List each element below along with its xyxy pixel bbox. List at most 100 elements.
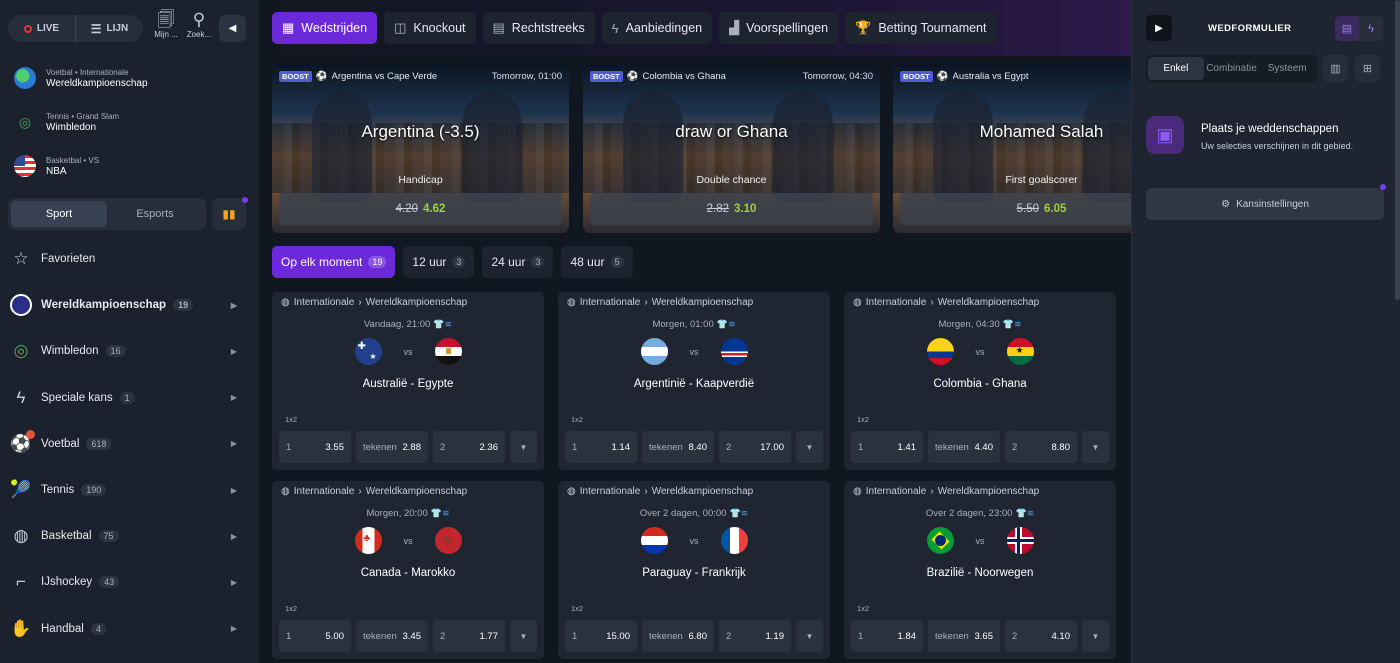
tab-betting-tournament[interactable]: 🏆 Betting Tournament (845, 12, 997, 44)
slip-quick-button[interactable]: ϟ (1359, 16, 1383, 41)
match-card[interactable]: ◍ Internationale › Wereldkampioenschap Morg… (558, 292, 830, 470)
tab-combinatie[interactable]: Combinatie (1204, 57, 1260, 80)
lightning-icon: ϟ (16, 387, 26, 407)
more-markets-button[interactable]: ▼ (796, 620, 823, 652)
morocco-flag-icon: ☆ (434, 527, 462, 554)
hockey-stick-icon: ⌐ (16, 572, 26, 592)
odds-away-button[interactable]: 2 8.80 (1005, 431, 1077, 463)
count-badge: 19 (368, 256, 387, 268)
boost-card[interactable]: BOOST ⚽ Colombia vs Ghana Tomorrow, 04:30 d… (583, 64, 880, 233)
search-button[interactable]: ⚲ Zoek... (185, 10, 213, 39)
scrollbar[interactable] (1395, 0, 1400, 300)
more-markets-button[interactable]: ▼ (796, 431, 823, 463)
market-label: 1x2 (285, 415, 298, 424)
competition-name: Wereldkampioenschap (365, 486, 468, 497)
my-bets-button[interactable]: 🗐 Mijn ... (152, 10, 180, 39)
boost-card[interactable]: BOOST⚽Australia vs EgyptTo Mohamed Salah… (893, 64, 1131, 233)
odds-away-button[interactable]: 2 17.00 (719, 431, 791, 463)
sidebar-topbar: LIVE ☰ LIJN 🗐 Mijn ... ⚲ Zoek... ◀ (0, 0, 259, 56)
boost-badge: BOOST (900, 71, 933, 82)
favorite-item[interactable]: Basketbal • VS NBA (0, 144, 259, 188)
count-badge: 190 (81, 484, 107, 497)
competition-name: Wereldkampioenschap (651, 297, 754, 308)
slip-toggle-button[interactable]: ▶ (1146, 15, 1172, 41)
tab-systeem[interactable]: Systeem (1259, 57, 1315, 80)
kickoff-time: Over 2 dagen, 23:00 (925, 508, 1013, 519)
boost-card[interactable]: BOOST ⚽ Argentina vs Cape Verde Tomorrow, 0… (272, 64, 569, 233)
tab-aanbiedingen[interactable]: ϟ Aanbiedingen (601, 12, 713, 44)
odds-home-button[interactable]: 1 1.84 (851, 620, 923, 652)
nav-item-favorieten[interactable]: ☆ Favorieten (0, 236, 259, 282)
odds-settings-button[interactable]: ⚙ Kansinstellingen (1146, 188, 1384, 220)
match-card[interactable]: ◍ Internationale › Wereldkampioenschap Morg… (272, 481, 544, 659)
nav-item-speciale-kans[interactable]: ϟ Speciale kans 1 ▶ (0, 375, 259, 421)
nav-item-voetbal[interactable]: ⚽ Voetbal 618 ▶ (0, 421, 259, 467)
odds-home-button[interactable]: 1 15.00 (565, 620, 637, 652)
odds-home-button[interactable]: 1 5.00 (279, 620, 351, 652)
favorite-item[interactable]: ◎ Tennis • Grand Slam Wimbledon (0, 100, 259, 144)
nav-item-wimbledon[interactable]: ◎ Wimbledon 16 ▶ (0, 328, 259, 374)
odds-draw-button[interactable]: tekenen 6.80 (642, 620, 714, 652)
kickoff-time: Morgen, 04:30 (938, 319, 1000, 330)
empty-slip-text: Uw selecties verschijnen in dit gebied. (1201, 141, 1354, 151)
match-card[interactable]: ◍ Internationale › Wereldkampioenschap Over… (844, 481, 1116, 659)
nav-item-handbal[interactable]: ✋ Handbal 4 ▶ (0, 606, 259, 652)
tab-knockout[interactable]: ◫ Knockout (384, 12, 476, 44)
shirt-stats-icon: 👕≋ (430, 508, 450, 518)
boost-odds-button[interactable]: 4.20 4.62 (279, 193, 562, 225)
nav-item-basketbal[interactable]: ◍ Basketbal 75 ▶ (0, 513, 259, 559)
odds-draw-button[interactable]: tekenen 3.65 (928, 620, 1000, 652)
odds-draw-button[interactable]: tekenen 4.40 (928, 431, 1000, 463)
odds-home-button[interactable]: 1 3.55 (279, 431, 351, 463)
odds-away-button[interactable]: 2 1.19 (719, 620, 791, 652)
chevron-right-icon: ▶ (230, 439, 237, 449)
odds-draw-button[interactable]: tekenen 3.45 (356, 620, 428, 652)
favorite-item[interactable]: Voetbal • Internationale Wereldkampioensc… (0, 56, 259, 100)
tab-voorspellingen[interactable]: ▟ Voorspellingen (719, 12, 839, 44)
boost-odds-button[interactable]: 2.82 3.10 (590, 193, 873, 225)
odds-home-button[interactable]: 1 1.41 (851, 431, 923, 463)
favorite-category: Basketbal • VS (46, 155, 100, 165)
sport-tab[interactable]: Sport (11, 201, 107, 227)
more-markets-button[interactable]: ▼ (1082, 431, 1109, 463)
more-markets-button[interactable]: ▼ (1082, 620, 1109, 652)
nav-item-wereldkampioenschap[interactable]: Wereldkampioenschap 19 ▶ (0, 282, 259, 328)
live-button[interactable]: LIVE (8, 15, 76, 42)
odds-away-button[interactable]: 2 1.77 (433, 620, 505, 652)
boost-time: Tomorrow, 01:00 (491, 71, 562, 82)
more-markets-button[interactable]: ▼ (510, 620, 537, 652)
empty-slip-title: Plaats je weddenschappen (1201, 123, 1339, 135)
match-card[interactable]: ◍ Internationale › Wereldkampioenschap Morg… (844, 292, 1116, 470)
tab-rechtstreeks[interactable]: ▤ Rechtstreeks (482, 12, 595, 44)
odds-draw-button[interactable]: tekenen 2.88 (356, 431, 428, 463)
league-name: Internationale (579, 486, 641, 497)
lijn-button[interactable]: ☰ LIJN (76, 15, 143, 42)
filter-48h[interactable]: 48 uur 5 (561, 246, 633, 278)
filter-12h[interactable]: 12 uur 3 (403, 246, 475, 278)
odds-home-button[interactable]: 1 1.14 (565, 431, 637, 463)
match-card[interactable]: ◍ Internationale › Wereldkampioenschap Over… (558, 481, 830, 659)
odds-away-button[interactable]: 2 4.10 (1005, 620, 1077, 652)
favorite-category: Tennis • Grand Slam (46, 111, 120, 121)
nav-item-ijshockey[interactable]: ⌐ IJshockey 43 ▶ (0, 559, 259, 605)
collapse-sidebar-button[interactable]: ◀ (219, 15, 246, 42)
chevron-down-icon: ▼ (805, 442, 814, 452)
gift-button[interactable]: ⊞ (1355, 55, 1380, 82)
filter-any-time[interactable]: Op elk moment 19 (272, 246, 396, 278)
book-button[interactable]: ▥ (1323, 55, 1348, 82)
notification-dot (242, 197, 248, 203)
filter-24h[interactable]: 24 uur 3 (482, 246, 554, 278)
esports-tab[interactable]: Esports (107, 201, 203, 227)
match-card[interactable]: ◍ Internationale › Wereldkampioenschap Vand… (272, 292, 544, 470)
tab-wedstrijden[interactable]: ▦ Wedstrijden (272, 12, 378, 44)
grid-icon: ▦ (282, 20, 295, 35)
nav-item-tennis[interactable]: 🎾 Tennis 190 ▶ (0, 467, 259, 513)
stats-button[interactable]: ▮▮ (212, 197, 248, 230)
odds-away-button[interactable]: 2 2.36 (433, 431, 505, 463)
slip-list-button[interactable]: ▤ (1335, 16, 1359, 41)
boost-odds-button[interactable]: 5.50 6.05 (900, 193, 1131, 225)
favorite-category: Voetbal • Internationale (46, 67, 129, 77)
odds-draw-button[interactable]: tekenen 8.40 (642, 431, 714, 463)
tab-enkel[interactable]: Enkel (1148, 57, 1204, 80)
more-markets-button[interactable]: ▼ (510, 431, 537, 463)
